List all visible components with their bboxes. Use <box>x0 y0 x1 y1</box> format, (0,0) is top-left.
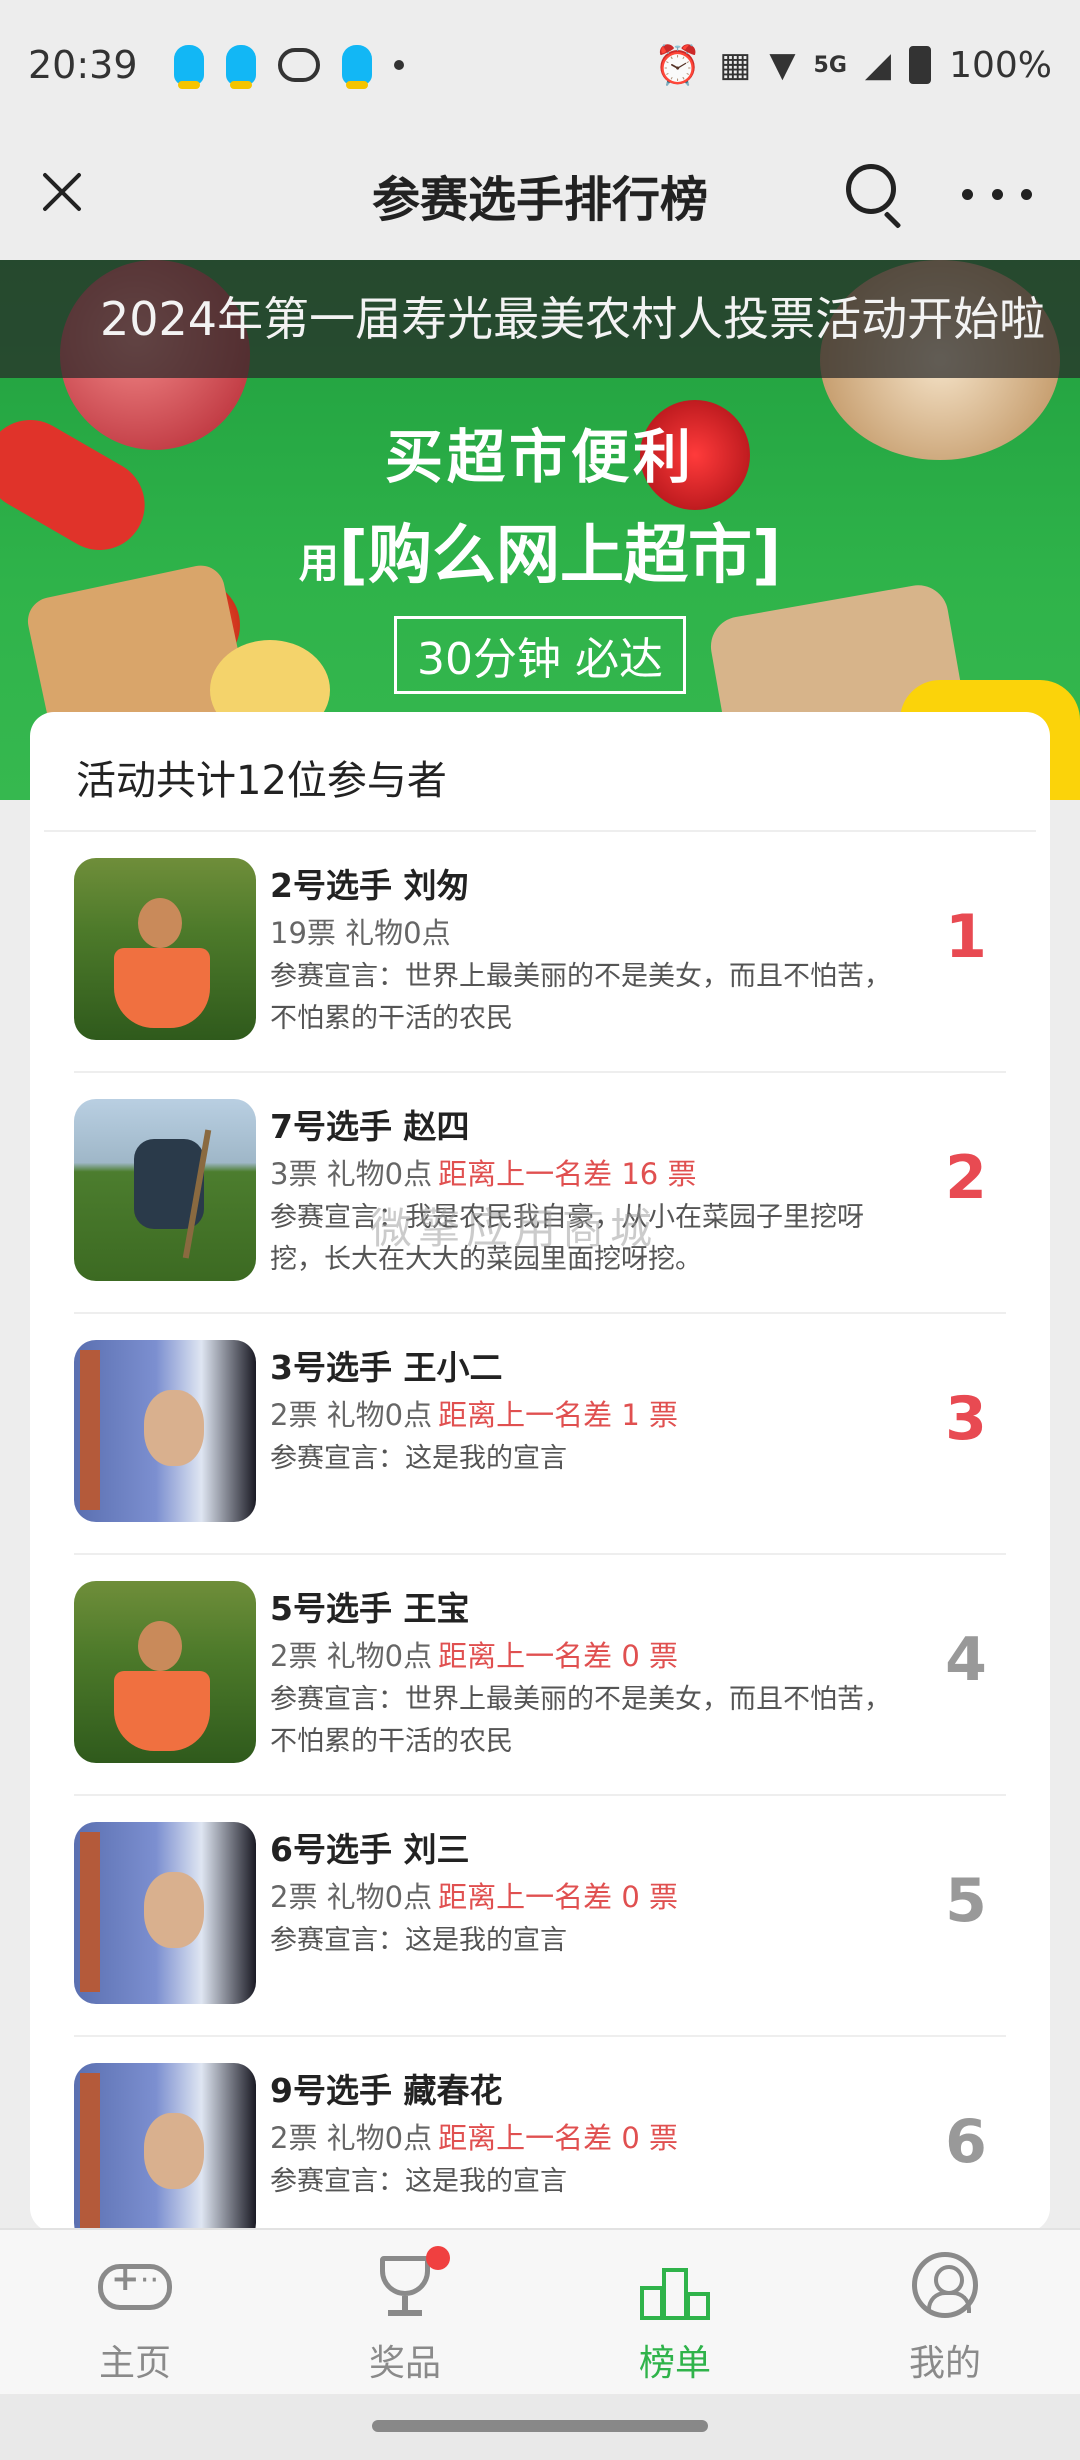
votes-gifts: 2票 礼物0点 <box>270 1398 433 1432</box>
vote-gap: 距离上一名差 0 票 <box>438 1880 679 1914</box>
votes-gifts: 2票 礼物0点 <box>270 1880 433 1914</box>
contestant-name: 7号选手 赵四 <box>270 1107 470 1146</box>
list-item[interactable]: 9号选手 藏春花 2票 礼物0点 距离上一名差 0 票 参赛宣言：这是我的宣言 6 <box>74 2037 1006 2232</box>
tab-prizes-label: 奖品 <box>368 2343 441 2384</box>
rank-number: 3 <box>945 1384 987 1454</box>
votes-gifts: 19票 礼物0点 <box>270 916 451 950</box>
alarm-icon: ⏰ <box>653 42 702 87</box>
page-title: 参赛选手排行榜 <box>371 172 708 228</box>
vote-gap: 距离上一名差 16 票 <box>438 1157 697 1191</box>
search-button[interactable] <box>840 158 910 229</box>
list-item[interactable]: 6号选手 刘三 2票 礼物0点 距离上一名差 0 票 参赛宣言：这是我的宣言 5 <box>74 1796 1006 2037</box>
declaration: 参赛宣言：这是我的宣言 <box>270 1443 567 1474</box>
vote-stats: 2票 礼物0点 距离上一名差 0 票 <box>270 1633 896 1679</box>
avatar <box>74 2063 256 2232</box>
avatar <box>74 1099 256 1281</box>
tab-ranking[interactable]: 榜单 <box>540 2230 810 2394</box>
close-button[interactable] <box>30 160 94 224</box>
rank-number: 4 <box>945 1625 987 1695</box>
dot-icon <box>393 60 404 70</box>
status-time: 20:39 <box>28 43 138 87</box>
votes-gifts: 3票 礼物0点 <box>270 1157 433 1191</box>
rank-number: 2 <box>945 1143 987 1213</box>
trophy-icon <box>366 2246 450 2324</box>
wechat-icon <box>277 48 320 82</box>
declaration: 参赛宣言：世界上最美丽的不是美女，而且不怕苦，不怕累的干活的农民 <box>270 1684 891 1757</box>
promo-line-1: 买超市便利 <box>384 423 695 491</box>
battery-level: 100% <box>949 44 1052 86</box>
home-indicator[interactable] <box>372 2420 708 2432</box>
search-icon <box>846 164 896 214</box>
declaration: 参赛宣言：世界上最美丽的不是美女，而且不怕苦，不怕累的干活的农民 <box>270 961 891 1034</box>
declaration: 参赛宣言：这是我的宣言 <box>270 1925 567 1956</box>
contestant-name: 3号选手 王小二 <box>270 1348 503 1387</box>
gesture-bar <box>0 2394 1080 2460</box>
avatar <box>74 1340 256 1522</box>
tab-home[interactable]: 主页 <box>0 2230 270 2394</box>
notification-dot <box>426 2246 450 2270</box>
podium-icon <box>636 2252 714 2324</box>
avatar <box>74 1822 256 2004</box>
votes-gifts: 2票 礼物0点 <box>270 1639 433 1673</box>
promo-text: 买超市便利 用[购么网上超市] 30分钟 必达 <box>0 410 1080 694</box>
vote-gap: 距离上一名差 0 票 <box>438 2121 679 2155</box>
bottom-tab-bar: 主页 奖品 榜单 我的 <box>0 2228 1080 2394</box>
votes-gifts: 2票 礼物0点 <box>270 2121 433 2155</box>
vote-stats: 2票 礼物0点 距离上一名差 1 票 <box>270 1392 896 1438</box>
promo-brand: [购么网上超市] <box>338 519 782 593</box>
announcement-marquee: 2024年第一届寿光最美农村人投票活动开始啦 <box>0 260 1080 378</box>
more-dot-icon <box>991 188 1003 200</box>
battery-icon <box>909 46 932 84</box>
list-item[interactable]: 5号选手 王宝 2票 礼物0点 距离上一名差 0 票 参赛宣言：世界上最美丽的不是… <box>74 1555 1006 1796</box>
contestant-name: 9号选手 藏春花 <box>270 2071 503 2110</box>
vote-stats: 2票 礼物0点 距离上一名差 0 票 <box>270 1874 896 1920</box>
list-item[interactable]: 7号选手 赵四 3票 礼物0点 距离上一名差 16 票 参赛宣言：我是农民我自豪，… <box>74 1073 1006 1314</box>
qq-icon <box>173 45 204 89</box>
more-dot-icon <box>1021 188 1032 200</box>
network-label: 5G <box>813 52 847 78</box>
tab-home-label: 主页 <box>98 2343 171 2384</box>
rank-number: 1 <box>945 902 987 972</box>
qq-icon <box>341 45 372 89</box>
tab-me-label: 我的 <box>908 2343 981 2384</box>
vote-stats: 19票 礼物0点 <box>270 910 896 956</box>
declaration: 参赛宣言：这是我的宣言 <box>270 2166 567 2197</box>
tab-prizes[interactable]: 奖品 <box>270 2230 540 2394</box>
rank-number: 6 <box>945 2107 987 2177</box>
tab-me[interactable]: 我的 <box>810 2230 1080 2394</box>
signal-icon: ◢ <box>864 45 892 85</box>
title-bar: 参赛选手排行榜 <box>0 130 1080 260</box>
nfc-icon: ▦ <box>719 45 752 85</box>
qq-icon <box>225 45 256 89</box>
vote-stats: 2票 礼物0点 距离上一名差 0 票 <box>270 2115 896 2161</box>
promo-line-2: 用[购么网上超市] <box>0 504 1080 596</box>
profile-icon <box>906 2252 984 2324</box>
contestant-name: 6号选手 刘三 <box>270 1830 470 1869</box>
status-bar: 20:39 ⏰ ▦ ▼ 5G ◢ 100% <box>0 0 1080 130</box>
vote-gap: 距离上一名差 1 票 <box>438 1398 679 1432</box>
tab-ranking-label: 榜单 <box>638 2343 711 2384</box>
watermark: 微擎应用商城 <box>370 1204 659 1253</box>
list-item[interactable]: 2号选手 刘匆 19票 礼物0点 参赛宣言：世界上最美丽的不是美女，而且不怕苦，… <box>74 832 1006 1073</box>
vote-gap: 距离上一名差 0 票 <box>438 1639 679 1673</box>
promo-badge: 30分钟 必达 <box>394 616 686 694</box>
contestant-name: 2号选手 刘匆 <box>270 866 470 905</box>
avatar <box>74 1581 256 1763</box>
rank-number: 5 <box>945 1866 987 1936</box>
contestant-name: 5号选手 王宝 <box>270 1589 470 1628</box>
more-button[interactable] <box>962 182 1032 206</box>
gamepad-icon <box>96 2252 174 2324</box>
avatar <box>74 858 256 1040</box>
participant-count: 活动共计12位参与者 <box>44 712 1036 832</box>
more-dot-icon <box>962 188 973 200</box>
promo-prefix: 用 <box>298 541 339 587</box>
vote-stats: 3票 礼物0点 距离上一名差 16 票 <box>270 1151 896 1197</box>
list-item[interactable]: 3号选手 王小二 2票 礼物0点 距离上一名差 1 票 参赛宣言：这是我的宣言 3 <box>74 1314 1006 1555</box>
wifi-icon: ▼ <box>769 45 796 85</box>
ranking-card: 活动共计12位参与者 2号选手 刘匆 19票 礼物0点 参赛宣言：世界上最美丽的… <box>30 712 1050 2232</box>
